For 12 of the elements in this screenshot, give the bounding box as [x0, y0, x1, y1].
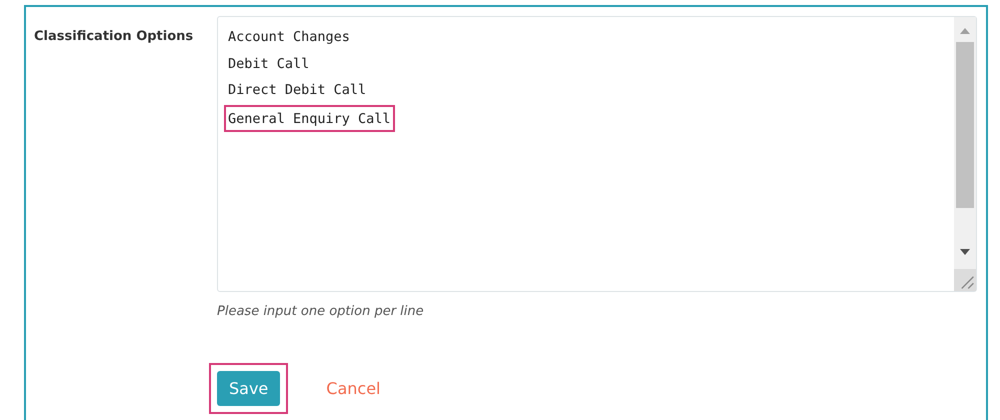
options-textarea[interactable]: Account Changes Debit Call Direct Debit Call General Enquiry Call — [217, 16, 977, 292]
cancel-link[interactable]: Cancel — [326, 378, 380, 398]
resize-grip-icon[interactable] — [954, 269, 976, 291]
scroll-down-icon[interactable] — [960, 249, 970, 255]
scroll-up-icon[interactable] — [960, 28, 970, 34]
option-line: Account Changes — [227, 28, 351, 47]
save-button[interactable]: Save — [217, 371, 280, 406]
field-label: Classification Options — [34, 28, 194, 46]
scrollbar-thumb[interactable] — [956, 42, 974, 208]
option-line: Direct Debit Call — [227, 81, 368, 100]
help-text: Please input one option per line — [217, 304, 425, 319]
option-line: Debit Call — [227, 54, 310, 74]
